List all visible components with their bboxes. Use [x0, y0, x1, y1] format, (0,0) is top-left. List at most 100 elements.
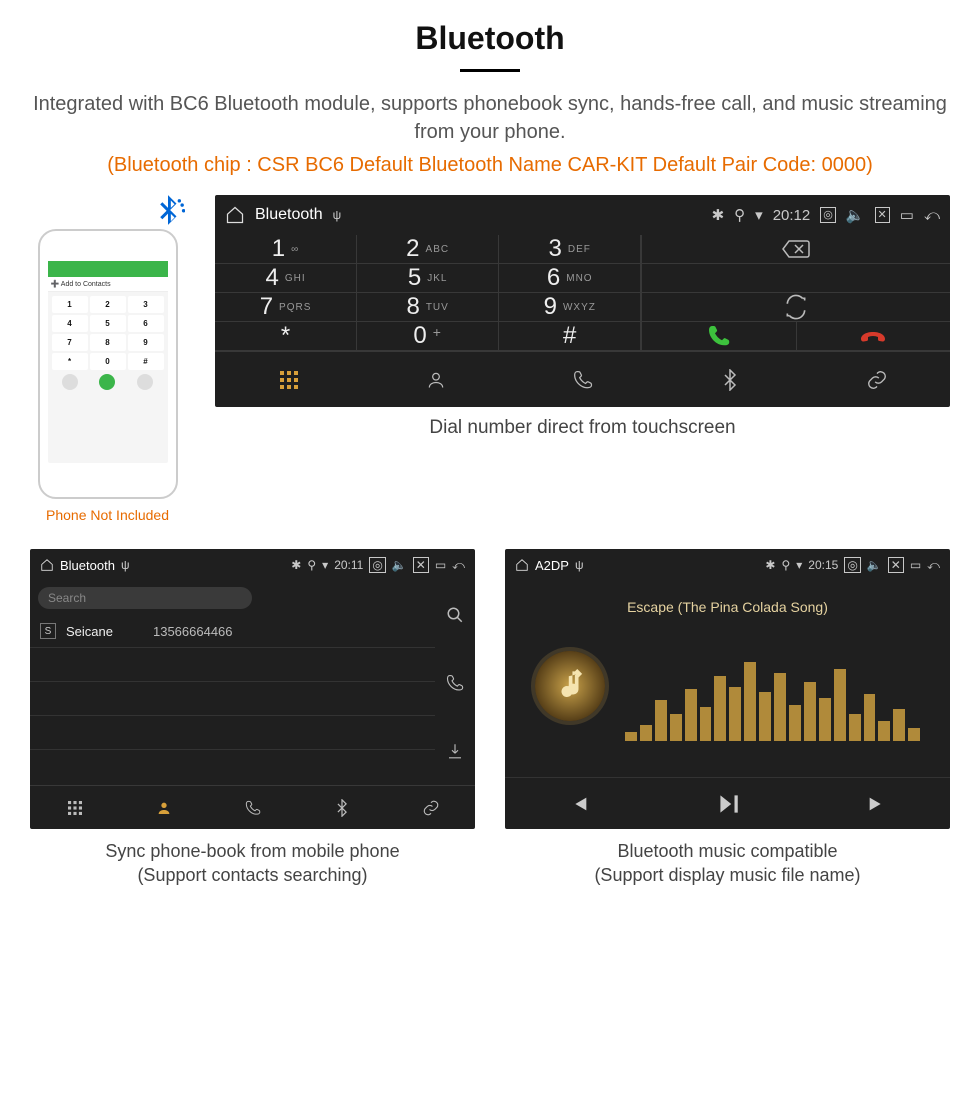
phone-backspace-icon: [137, 374, 153, 390]
key-6[interactable]: 6MNO: [499, 264, 641, 293]
volume-icon[interactable]: 🔈: [846, 206, 865, 224]
key-4[interactable]: 4GHI: [215, 264, 357, 293]
key-star[interactable]: *: [215, 322, 357, 351]
key-3[interactable]: 3DEF: [499, 235, 641, 264]
location-icon: ⚲: [734, 206, 745, 224]
back-icon[interactable]: ⤺: [452, 558, 465, 573]
key-5[interactable]: 5JKL: [357, 264, 499, 293]
tab-contacts[interactable]: [119, 786, 208, 829]
wifi-icon: ▾: [322, 558, 328, 572]
contact-name: Seicane: [66, 624, 113, 639]
empty-row: [30, 648, 435, 682]
tab-dialpad[interactable]: [30, 786, 119, 829]
call-contact-icon[interactable]: [446, 674, 464, 692]
volume-icon[interactable]: 🔈: [867, 558, 882, 572]
tab-bluetooth[interactable]: [656, 352, 803, 407]
phone-key-4: 4: [52, 315, 88, 332]
home-icon[interactable]: [225, 205, 245, 225]
location-icon: ⚲: [307, 558, 316, 572]
key-9[interactable]: 9WXYZ: [499, 293, 641, 322]
usb-icon: ψ: [121, 558, 130, 572]
contact-number: 13566664466: [153, 624, 233, 639]
bottom-nav-phonebook: [30, 785, 475, 829]
key-0[interactable]: 0+: [357, 322, 499, 351]
phone-key-8: 8: [90, 334, 126, 351]
play-pause-button[interactable]: [715, 791, 741, 817]
status-bar-music: A2DP ψ ✱ ⚲ ▾ 20:15 ◎ 🔈 ✕ ▭ ⤺: [505, 549, 950, 581]
key-7[interactable]: 7PQRS: [215, 293, 357, 322]
app-title-music: A2DP: [535, 558, 569, 573]
close-app-icon[interactable]: ✕: [875, 207, 890, 223]
recent-apps-icon[interactable]: ▭: [900, 206, 914, 224]
backspace-button[interactable]: [641, 235, 950, 264]
camera-icon[interactable]: ◎: [820, 207, 836, 223]
phone-video-icon: [62, 374, 78, 390]
tab-dialpad[interactable]: [215, 352, 362, 407]
page-description: Integrated with BC6 Bluetooth module, su…: [0, 90, 980, 146]
wifi-icon: ▾: [755, 206, 763, 224]
tab-calls[interactable]: [509, 352, 656, 407]
close-app-icon[interactable]: ✕: [888, 557, 904, 573]
contact-row[interactable]: S Seicane 13566664466: [30, 615, 435, 648]
location-icon: ⚲: [781, 558, 790, 572]
phone-add-contacts: ➕ Add to Contacts: [48, 277, 168, 292]
clock: 20:15: [808, 558, 838, 572]
title-underline: [460, 69, 520, 72]
key-8[interactable]: 8TUV: [357, 293, 499, 322]
page-title: Bluetooth: [0, 20, 980, 57]
recent-apps-icon[interactable]: ▭: [435, 558, 446, 572]
music-caption: Bluetooth music compatible (Support disp…: [505, 839, 950, 888]
recent-apps-icon[interactable]: ▭: [910, 558, 921, 572]
album-art-icon: [535, 651, 605, 721]
key-hash[interactable]: #: [499, 322, 641, 351]
phone-key-hash: #: [128, 353, 164, 370]
track-title: Escape (The Pina Colada Song): [505, 599, 950, 615]
empty-row: [30, 682, 435, 716]
status-bar: Bluetooth ψ ✱ ⚲ ▾ 20:12 ◎ 🔈 ✕ ▭ ⤺: [215, 195, 950, 235]
volume-icon[interactable]: 🔈: [392, 558, 407, 572]
tab-calls[interactable]: [208, 786, 297, 829]
back-icon[interactable]: ⤺: [924, 207, 940, 224]
empty-row: [641, 264, 950, 293]
bluetooth-status-icon: ✱: [765, 558, 775, 572]
phone-key-2: 2: [90, 296, 126, 313]
dialer-caption: Dial number direct from touchscreen: [215, 417, 950, 439]
app-title-phonebook: Bluetooth: [60, 558, 115, 573]
next-track-button[interactable]: [866, 793, 888, 815]
tab-link[interactable]: [803, 352, 950, 407]
usb-icon: ψ: [575, 558, 584, 572]
phone-mockup: ➕ Add to Contacts 1 2 3 4 5 6 7 8 9 * 0 …: [38, 229, 178, 499]
phonebook-caption: Sync phone-book from mobile phone (Suppo…: [30, 839, 475, 888]
status-bar-phonebook: Bluetooth ψ ✱ ⚲ ▾ 20:11 ◎ 🔈 ✕ ▭ ⤺: [30, 549, 475, 581]
phone-key-3: 3: [128, 296, 164, 313]
call-button[interactable]: [641, 322, 795, 351]
search-icon[interactable]: [446, 606, 464, 624]
home-icon[interactable]: [40, 558, 54, 572]
phone-key-5: 5: [90, 315, 126, 332]
key-1[interactable]: 1∞: [215, 235, 357, 264]
usb-icon: ψ: [333, 208, 342, 222]
download-contacts-icon[interactable]: [446, 742, 464, 760]
phone-key-star: *: [52, 353, 88, 370]
hangup-button[interactable]: [796, 322, 950, 351]
key-2[interactable]: 2ABC: [357, 235, 499, 264]
music-visualizer: Escape (The Pina Colada Song): [505, 581, 950, 777]
tab-link[interactable]: [386, 786, 475, 829]
clock: 20:12: [773, 207, 811, 224]
music-controls: [505, 777, 950, 829]
prev-track-button[interactable]: [568, 793, 590, 815]
dialer-device: Bluetooth ψ ✱ ⚲ ▾ 20:12 ◎ 🔈 ✕ ▭ ⤺ 1∞ 2AB…: [215, 195, 950, 407]
empty-row: [30, 716, 435, 750]
tab-bluetooth[interactable]: [297, 786, 386, 829]
close-app-icon[interactable]: ✕: [413, 557, 429, 573]
search-input[interactable]: Search: [38, 587, 252, 609]
home-icon[interactable]: [515, 558, 529, 572]
bluetooth-status-icon: ✱: [291, 558, 301, 572]
camera-icon[interactable]: ◎: [369, 557, 385, 573]
bluetooth-status-icon: ✱: [712, 206, 725, 224]
phone-key-6: 6: [128, 315, 164, 332]
tab-contacts[interactable]: [362, 352, 509, 407]
swap-button[interactable]: [641, 293, 950, 322]
back-icon[interactable]: ⤺: [927, 558, 940, 573]
camera-icon[interactable]: ◎: [844, 557, 860, 573]
